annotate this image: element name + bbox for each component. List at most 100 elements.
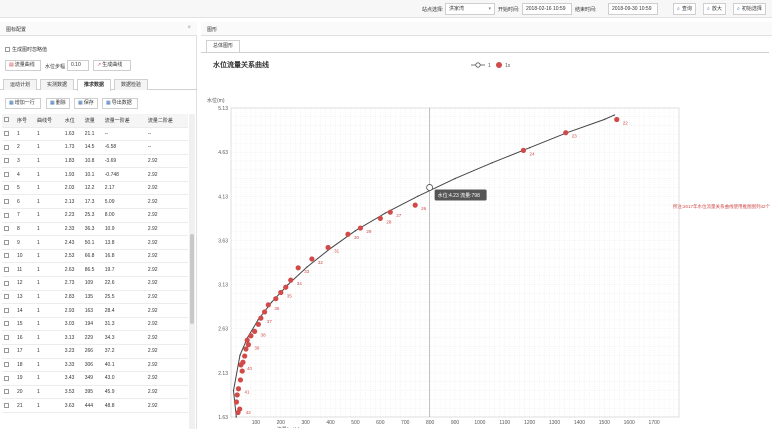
- tab-derived[interactable]: 推求数据: [77, 79, 111, 91]
- table-row[interactable]: 6 1 2.13 17.3 5.09 2.92: [2, 194, 188, 210]
- row-checkbox[interactable]: [4, 294, 9, 300]
- table-row[interactable]: 15 1 3.03 194 31.3 2.92: [2, 317, 188, 332]
- delete-button[interactable]: ▦删除: [46, 98, 70, 109]
- level-step-input[interactable]: 0.10: [67, 60, 89, 71]
- scatter-point[interactable]: [273, 296, 279, 302]
- row-checkbox[interactable]: [4, 362, 9, 368]
- table-row[interactable]: 17 1 3.23 266 37.2 2.92: [2, 344, 188, 359]
- scatter-point[interactable]: [283, 284, 289, 290]
- table-row[interactable]: 11 1 2.63 86.5 19.7 2.92: [2, 262, 188, 278]
- scatter-point[interactable]: [242, 353, 248, 359]
- row-checkbox[interactable]: [4, 348, 9, 354]
- col-seq[interactable]: 序号: [14, 114, 35, 128]
- scatter-point[interactable]: [563, 130, 569, 136]
- col-diff1[interactable]: 流量一阶差: [101, 114, 145, 128]
- add-row-button[interactable]: ▦增加一行: [5, 98, 41, 109]
- table-row[interactable]: 1 1 1.63 21.1 -- --: [2, 127, 188, 142]
- table-row[interactable]: 2 1 1.73 14.5 -6.58 --: [2, 140, 188, 155]
- tab-plan[interactable]: 运动计划: [3, 79, 37, 90]
- scatter-point[interactable]: [252, 328, 258, 334]
- row-checkbox-cell[interactable]: [2, 249, 14, 264]
- row-checkbox[interactable]: [4, 239, 9, 245]
- row-checkbox[interactable]: [4, 130, 9, 136]
- start-time-input[interactable]: 2018-02-16 10:59: [522, 3, 572, 15]
- reset-button[interactable]: ⌕ 初始选择: [733, 3, 766, 15]
- row-checkbox[interactable]: [4, 389, 9, 395]
- scatter-point[interactable]: [387, 209, 393, 215]
- scatter-point[interactable]: [239, 368, 245, 374]
- row-checkbox[interactable]: [4, 144, 9, 150]
- scatter-point[interactable]: [233, 399, 240, 405]
- row-checkbox[interactable]: [4, 334, 9, 340]
- row-checkbox-cell[interactable]: [2, 154, 14, 169]
- tab-measured[interactable]: 实测数据: [40, 79, 74, 90]
- hover-point[interactable]: [426, 184, 434, 191]
- col-diff2[interactable]: 流量二阶差: [144, 114, 188, 128]
- header-checkbox-cell[interactable]: [2, 114, 14, 128]
- col-curve[interactable]: 曲线号: [34, 114, 62, 128]
- scatter-point[interactable]: [245, 342, 252, 348]
- scatter-point[interactable]: [248, 333, 254, 339]
- row-checkbox-cell[interactable]: [2, 262, 14, 278]
- scatter-point[interactable]: [357, 225, 364, 231]
- query-button[interactable]: ⌕ 查询: [673, 3, 696, 15]
- row-checkbox-cell[interactable]: [2, 317, 14, 332]
- row-checkbox-cell[interactable]: [2, 194, 14, 210]
- end-time-input[interactable]: 2018-09-30 10:59: [608, 3, 658, 15]
- scatter-point[interactable]: [244, 337, 250, 343]
- row-checkbox-cell[interactable]: [2, 167, 14, 182]
- scatter-point[interactable]: [377, 215, 383, 221]
- scatter-point[interactable]: [234, 392, 240, 398]
- tab-overall-chart[interactable]: 总体图形: [206, 40, 241, 52]
- table-row[interactable]: 8 1 2.33 36.3 10.9 2.92: [2, 222, 188, 237]
- scrollbar-thumb[interactable]: [190, 234, 194, 324]
- row-checkbox[interactable]: [4, 321, 9, 327]
- table-row[interactable]: 5 1 2.03 12.2 2.17 2.92: [2, 181, 188, 196]
- scatter-point[interactable]: [237, 377, 244, 383]
- row-checkbox[interactable]: [4, 158, 9, 164]
- table-row[interactable]: 19 1 3.43 349 43.0 2.92: [2, 371, 188, 386]
- checkbox[interactable]: [5, 47, 10, 53]
- scatter-point[interactable]: [262, 309, 268, 315]
- stage-discharge-chart[interactable]: 水位(m) 流量(m³/s) 1.63 2.13 2.63 3.13 3.63 4.13 4.6…: [201, 56, 772, 428]
- col-level[interactable]: 水位: [61, 114, 82, 128]
- export-button[interactable]: ▦导出数据: [102, 98, 138, 109]
- scatter-point[interactable]: [295, 265, 301, 271]
- table-row[interactable]: 9 1 2.43 50.1 13.8 2.92: [2, 235, 188, 250]
- row-checkbox-cell[interactable]: [2, 222, 14, 237]
- row-checkbox[interactable]: [4, 266, 9, 272]
- row-checkbox[interactable]: [4, 402, 9, 408]
- row-checkbox[interactable]: [4, 307, 9, 313]
- scatter-point[interactable]: [255, 321, 261, 327]
- header-checkbox[interactable]: [4, 117, 9, 123]
- table-row[interactable]: 14 1 2.93 163 28.4 2.92: [2, 303, 188, 318]
- row-checkbox[interactable]: [4, 198, 9, 204]
- table-row[interactable]: 3 1 1.83 10.8 -3.69 2.92: [2, 154, 188, 169]
- table-row[interactable]: 21 1 3.63 444 48.8 2.92: [2, 398, 188, 413]
- row-checkbox[interactable]: [4, 212, 9, 218]
- row-checkbox-cell[interactable]: [2, 371, 14, 386]
- col-flow[interactable]: 流量: [81, 114, 102, 128]
- row-checkbox[interactable]: [4, 253, 9, 259]
- scatter-point[interactable]: [265, 302, 271, 308]
- scatter-point[interactable]: [614, 116, 620, 123]
- table-row[interactable]: 7 1 2.23 25.3 8.00 2.92: [2, 208, 188, 223]
- scatter-point[interactable]: [235, 409, 241, 416]
- table-row[interactable]: 10 1 2.53 66.8 16.8 2.92: [2, 249, 188, 264]
- row-checkbox-cell[interactable]: [2, 181, 14, 196]
- scatter-point[interactable]: [243, 346, 249, 352]
- row-checkbox[interactable]: [4, 375, 9, 381]
- row-checkbox-cell[interactable]: [2, 276, 14, 291]
- ignore-checkbox-row[interactable]: 生成图时忽略值: [5, 46, 47, 53]
- row-checkbox-cell[interactable]: [2, 140, 14, 155]
- scatter-point[interactable]: [309, 256, 315, 262]
- scatter-point[interactable]: [258, 315, 264, 321]
- table-row[interactable]: 13 1 2.83 135 25.5 2.92: [2, 290, 188, 305]
- scatter-point[interactable]: [412, 202, 418, 208]
- row-checkbox[interactable]: [4, 185, 9, 191]
- row-checkbox-cell[interactable]: [2, 358, 14, 373]
- scatter-point[interactable]: [520, 147, 527, 153]
- generate-curve-button[interactable]: ↗生成曲线: [93, 60, 131, 71]
- table-row[interactable]: 16 1 3.13 229 34.3 2.92: [2, 330, 188, 345]
- tab-check[interactable]: 数据检验: [114, 79, 148, 90]
